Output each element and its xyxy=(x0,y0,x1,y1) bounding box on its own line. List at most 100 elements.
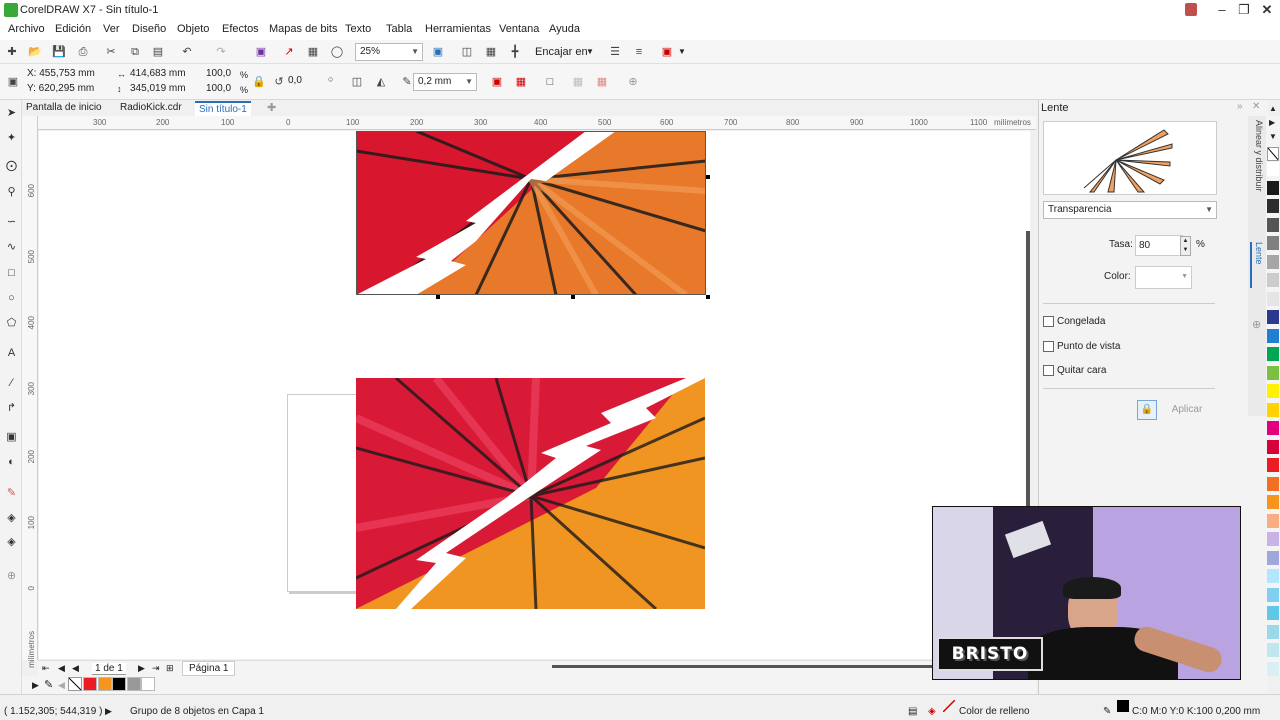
maximize-button[interactable]: ❐ xyxy=(1232,0,1256,20)
full-screen-icon[interactable]: ▣ xyxy=(431,45,445,59)
color-swatch[interactable] xyxy=(1267,550,1279,565)
color-swatch[interactable] xyxy=(1267,458,1279,472)
document-color-swatch[interactable] xyxy=(97,677,112,691)
horizontal-scroll-thumb[interactable] xyxy=(552,665,932,668)
to-back-icon[interactable]: ▦ xyxy=(595,75,609,89)
paste-icon[interactable]: ▤ xyxy=(151,45,165,59)
tab-radiokick[interactable]: RadioKick.cdr xyxy=(116,101,186,116)
vertical-scroll-thumb[interactable] xyxy=(1026,231,1030,511)
copy-icon[interactable]: ⧉ xyxy=(128,45,142,59)
coreldraw-app-icon[interactable] xyxy=(4,3,18,17)
parallel-dimension-icon[interactable]: ∕ xyxy=(5,377,18,390)
color-swatch[interactable] xyxy=(1267,643,1279,657)
prev-arrow-icon[interactable]: ◀ xyxy=(72,663,79,674)
no-color-swatch[interactable] xyxy=(1267,147,1279,161)
pick-tool-icon[interactable]: ➤ xyxy=(5,107,18,120)
menu-efectos[interactable]: Efectos xyxy=(222,23,259,35)
color-swatch[interactable] xyxy=(1267,606,1279,620)
next-page-icon[interactable]: ▶ xyxy=(138,663,145,674)
menu-objeto[interactable]: Objeto xyxy=(177,23,209,35)
chevron-down-icon[interactable]: ▼ xyxy=(678,47,686,56)
lock-ratio-icon[interactable]: 🔒 xyxy=(252,75,266,89)
eyedropper-icon[interactable]: ✎ xyxy=(44,678,53,691)
align-distribute-tab[interactable]: Alinear y distribuir xyxy=(1250,120,1264,230)
new-document-icon[interactable]: ✚ xyxy=(5,45,19,59)
color-swatch[interactable] xyxy=(1267,365,1279,380)
horizontal-ruler[interactable]: 300 200 100 0 100 200 300 400 500 600 70… xyxy=(38,116,1036,130)
prev-page-icon[interactable]: ◀ xyxy=(58,663,65,674)
docker-expand-icon[interactable]: » xyxy=(1237,101,1243,112)
color-swatch[interactable] xyxy=(1267,476,1279,491)
color-swatch[interactable] xyxy=(1267,180,1279,195)
text-tool-icon[interactable]: A xyxy=(5,347,18,360)
menu-tabla[interactable]: Tabla xyxy=(386,23,412,35)
object-width-field[interactable]: 414,683 mm xyxy=(127,67,199,83)
selection-handle[interactable] xyxy=(706,295,710,299)
lock-icon[interactable]: 🔒 xyxy=(1137,400,1157,420)
ellipse-tool-icon[interactable]: ○ xyxy=(5,292,18,305)
scale-y-field[interactable]: 100,0 xyxy=(203,82,237,98)
palette-menu-icon[interactable]: ▶ xyxy=(1269,118,1275,127)
crop-tool-icon[interactable]: ⨀ xyxy=(5,160,18,173)
selection-handle[interactable] xyxy=(706,175,710,179)
chevron-down-icon[interactable]: ▼ xyxy=(586,47,594,56)
application-launcher-icon[interactable]: ≡ xyxy=(632,45,646,59)
x-position-field[interactable]: X: 455,753 mm xyxy=(24,67,106,83)
docker-close-icon[interactable]: ✕ xyxy=(1252,101,1260,112)
menu-ayuda[interactable]: Ayuda xyxy=(549,23,580,35)
color-swatch[interactable] xyxy=(1267,569,1279,583)
zoom-tool-icon[interactable]: ⚲ xyxy=(5,186,18,199)
palette-arrow-icon[interactable]: ▶ xyxy=(32,680,39,691)
drop-shadow-icon[interactable]: ▣ xyxy=(5,431,18,444)
add-docker-icon[interactable]: ⊕ xyxy=(1252,318,1261,331)
artistic-media-icon[interactable]: ∿ xyxy=(5,241,18,254)
mirror-horizontal-icon[interactable]: ◫ xyxy=(350,75,364,89)
show-rulers-icon[interactable]: ◫ xyxy=(460,45,474,59)
minimize-button[interactable]: – xyxy=(1210,0,1234,20)
vertical-ruler[interactable]: 600 500 400 300 200 100 0 milímetros xyxy=(22,116,38,668)
cut-icon[interactable]: ✂ xyxy=(104,45,118,59)
polygon-tool-icon[interactable]: ⬠ xyxy=(5,317,18,330)
rectangle-tool-icon[interactable]: □ xyxy=(5,267,18,280)
color-swatch[interactable] xyxy=(1267,495,1279,509)
color-swatch[interactable] xyxy=(1267,310,1279,324)
group-icon[interactable]: □ xyxy=(543,75,557,89)
object-height-field[interactable]: 345,019 mm xyxy=(127,82,199,98)
combine-icon[interactable]: ▣ xyxy=(490,75,504,89)
color-swatch[interactable] xyxy=(1267,254,1279,269)
launch-icon[interactable]: ▣ xyxy=(660,45,674,59)
menu-mapas-de-bits[interactable]: Mapas de bits xyxy=(269,23,337,35)
color-swatch[interactable] xyxy=(1267,291,1279,306)
zoom-level-select[interactable]: 25% ▼ xyxy=(355,43,423,61)
add-icon[interactable]: ⊕ xyxy=(626,75,640,89)
shape-tool-icon[interactable]: ✦ xyxy=(5,132,18,145)
fill-none-swatch[interactable] xyxy=(943,700,955,712)
color-swatch[interactable] xyxy=(1267,347,1279,361)
color-swatch[interactable] xyxy=(1267,328,1279,343)
color-swatch[interactable] xyxy=(1267,513,1279,528)
to-front-icon[interactable]: ▦ xyxy=(571,75,585,89)
open-icon[interactable]: 📂 xyxy=(28,45,42,59)
menu-ver[interactable]: Ver xyxy=(103,23,120,35)
menu-edicion[interactable]: Edición xyxy=(55,23,91,35)
rate-input[interactable]: 80 xyxy=(1135,235,1183,256)
apply-button[interactable]: Aplicar xyxy=(1165,400,1209,420)
smart-fill-icon[interactable]: ◈ xyxy=(5,536,18,549)
first-page-icon[interactable]: ⇤ xyxy=(42,663,50,674)
document-color-swatch[interactable] xyxy=(112,677,126,691)
selection-handle[interactable] xyxy=(571,295,575,299)
freehand-tool-icon[interactable]: ∽ xyxy=(5,216,18,229)
outline-color-swatch[interactable] xyxy=(1117,700,1129,712)
lens-type-select[interactable]: Transparencia ▼ xyxy=(1043,201,1217,219)
frozen-checkbox[interactable] xyxy=(1043,316,1054,327)
comic-background-artwork[interactable] xyxy=(356,378,705,609)
color-swatch[interactable] xyxy=(1267,439,1279,454)
interactive-fill-icon[interactable]: ◈ xyxy=(5,512,18,525)
viewpoint-checkbox[interactable] xyxy=(1043,341,1054,352)
last-page-icon[interactable]: ⇥ xyxy=(152,663,160,674)
document-color-swatch[interactable] xyxy=(141,677,155,691)
user-account-icon[interactable] xyxy=(1185,3,1197,16)
transparency-tool-icon[interactable]: ◐ xyxy=(5,456,18,469)
add-tool-icon[interactable]: ⊕ xyxy=(5,570,18,583)
save-icon[interactable]: 💾 xyxy=(52,45,66,59)
